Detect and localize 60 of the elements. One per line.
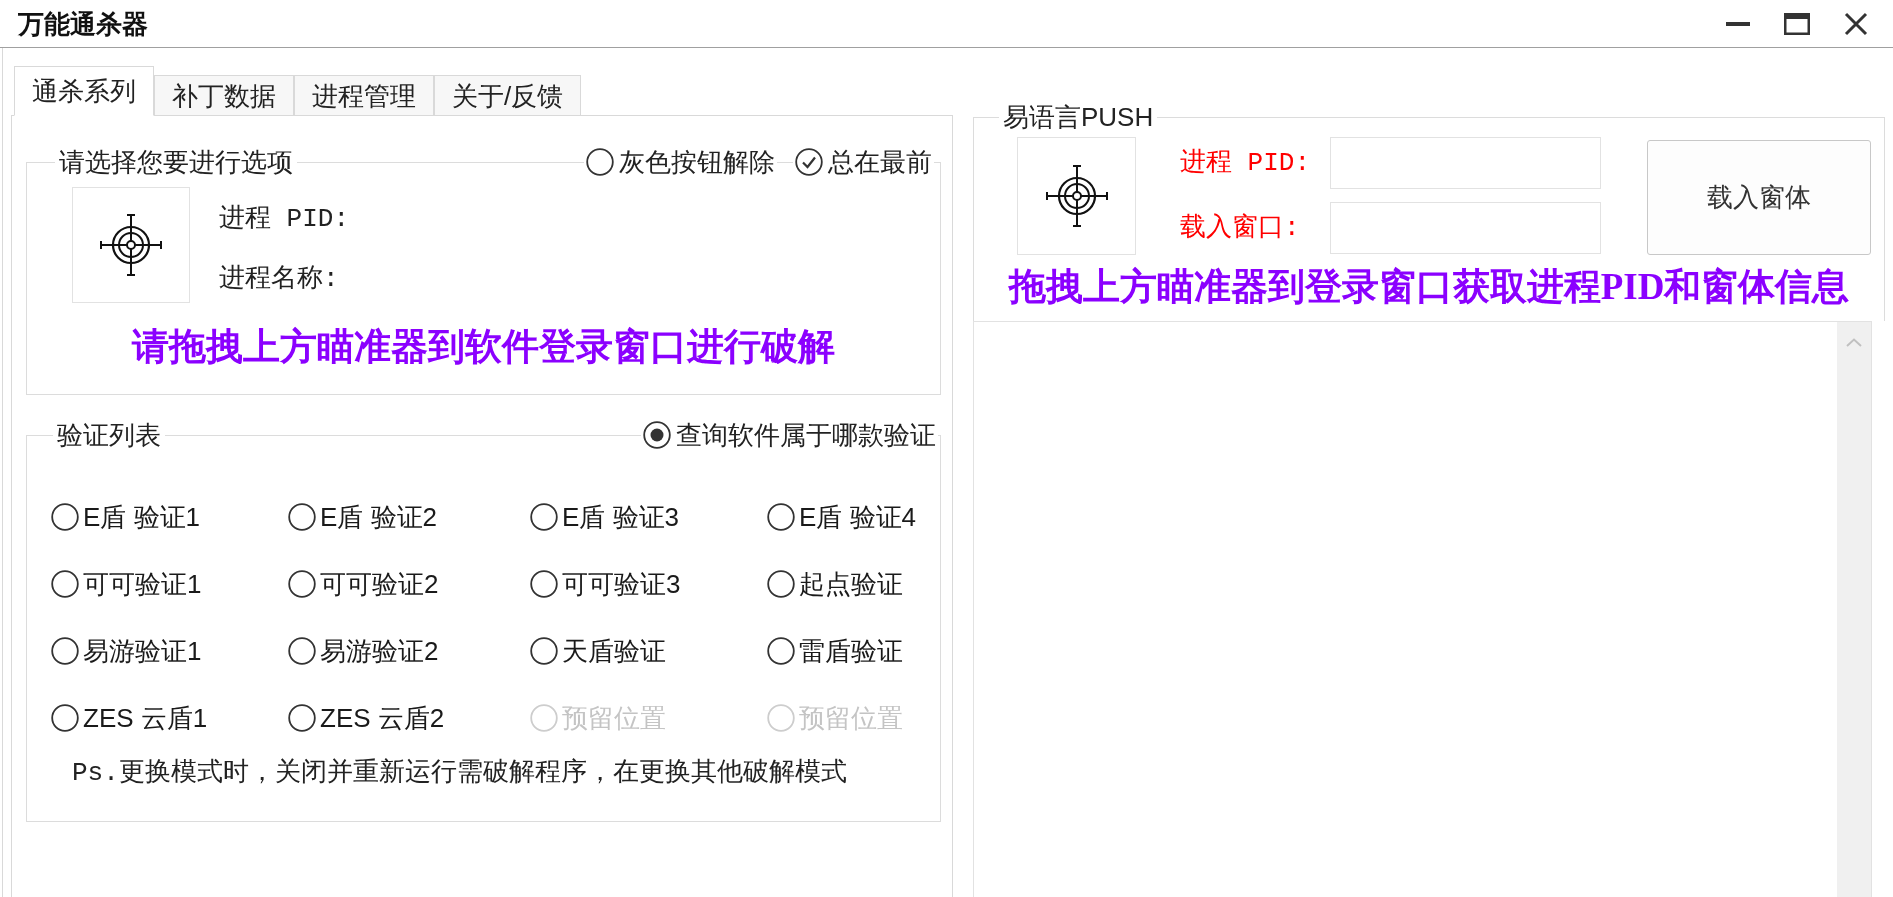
radio-icon[interactable]: [288, 570, 316, 598]
radio-icon[interactable]: [288, 704, 316, 732]
input-field[interactable]: [1330, 137, 1601, 189]
tab[interactable]: 补丁数据: [154, 75, 294, 115]
tab[interactable]: 通杀系列: [14, 66, 154, 116]
radio-option[interactable]: E盾 验证4: [767, 500, 917, 534]
field-label: 进程 PID:: [1180, 148, 1310, 178]
radio-option[interactable]: 易游验证1: [51, 634, 202, 668]
checkbox-icon[interactable]: [586, 148, 614, 176]
radio-option[interactable]: 易游验证2: [288, 634, 439, 668]
radio-icon[interactable]: [767, 637, 795, 665]
radio-option[interactable]: 天盾验证: [530, 634, 666, 668]
radio-option[interactable]: ZES 云盾1: [51, 701, 208, 735]
radio-icon[interactable]: [288, 637, 316, 665]
group-title: 易语言PUSH: [999, 102, 1158, 132]
maximize-icon[interactable]: [1784, 12, 1810, 35]
hint-text: 拖拽上方瞄准器到登录窗口获取进程PID和窗体信息: [1008, 265, 1850, 309]
info-label: 进程名称:: [219, 264, 339, 294]
radio-icon[interactable]: [530, 503, 558, 531]
radio-option[interactable]: E盾 验证1: [51, 500, 201, 534]
radio-icon[interactable]: [643, 421, 671, 449]
radio-icon[interactable]: [530, 637, 558, 665]
radio-icon[interactable]: [288, 503, 316, 531]
radio-option[interactable]: E盾 验证3: [530, 500, 680, 534]
radio-option[interactable]: 雷盾验证: [767, 634, 903, 668]
radio-option[interactable]: E盾 验证2: [288, 500, 438, 534]
crosshair-icon: [99, 213, 163, 277]
close-icon[interactable]: [1844, 11, 1868, 36]
radio-option[interactable]: 查询软件属于哪款验证: [641, 420, 938, 450]
crosshair-picker[interactable]: [72, 187, 190, 303]
note-text: Ps.更换模式时，关闭并重新运行需破解程序，在更换其他破解模式: [72, 758, 847, 788]
radio-icon[interactable]: [51, 637, 79, 665]
checkbox[interactable]: 总在最前: [793, 147, 934, 177]
crosshair-picker[interactable]: [1017, 137, 1136, 255]
tab[interactable]: 进程管理: [294, 75, 434, 115]
radio-icon[interactable]: [530, 570, 558, 598]
checkbox-icon[interactable]: [795, 148, 823, 176]
radio-icon[interactable]: [767, 570, 795, 598]
radio-option[interactable]: 可可验证2: [288, 567, 439, 601]
radio-icon[interactable]: [51, 570, 79, 598]
radio-option[interactable]: 可可验证3: [530, 567, 681, 601]
hint-text: 请拖拽上方瞄准器到软件登录窗口进行破解: [132, 325, 835, 369]
radio-option[interactable]: 可可验证1: [51, 567, 202, 601]
checkbox[interactable]: 灰色按钮解除: [584, 147, 777, 177]
tab[interactable]: 关于/反馈: [434, 75, 582, 115]
radio-icon[interactable]: [767, 503, 795, 531]
crosshair-icon: [1044, 164, 1109, 228]
minimize-icon[interactable]: [1726, 21, 1750, 26]
load-window-button[interactable]: 载入窗体: [1647, 140, 1871, 255]
input-field[interactable]: [1330, 202, 1601, 254]
field-label: 载入窗口:: [1180, 213, 1300, 243]
info-label: 进程 PID:: [219, 204, 349, 234]
radio-icon[interactable]: [51, 704, 79, 732]
group-title: 验证列表: [53, 420, 165, 450]
window-title: 万能通杀器: [18, 8, 148, 39]
radio-icon[interactable]: [51, 503, 79, 531]
scrollbar[interactable]: [1837, 322, 1871, 897]
radio-option[interactable]: 起点验证: [767, 567, 903, 601]
group-title: 请选择您要进行选项: [55, 147, 297, 177]
radio-option[interactable]: ZES 云盾2: [288, 701, 445, 735]
